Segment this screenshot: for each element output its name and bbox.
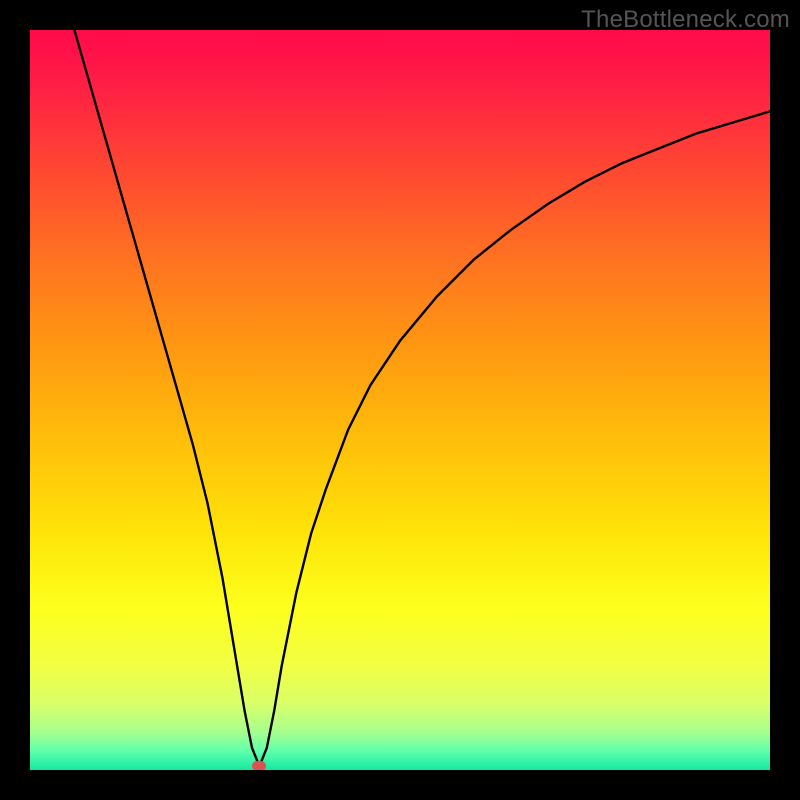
plot-area bbox=[30, 30, 770, 770]
chart-frame: TheBottleneck.com bbox=[0, 0, 800, 800]
watermark-text: TheBottleneck.com bbox=[581, 6, 790, 34]
minimum-marker bbox=[252, 761, 266, 770]
bottleneck-curve bbox=[30, 30, 770, 770]
